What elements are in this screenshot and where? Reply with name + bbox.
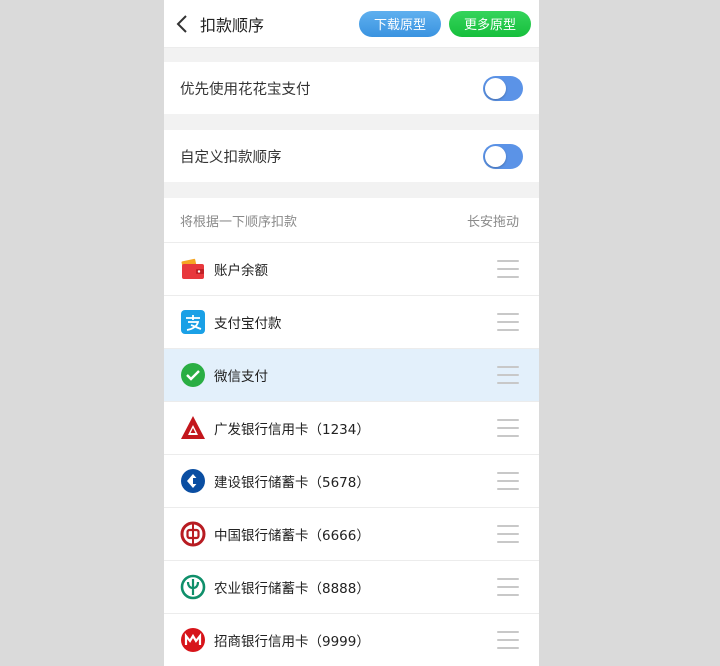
- payment-item-cmb-credit[interactable]: 招商银行信用卡（9999）: [164, 613, 539, 666]
- drag-handle-icon[interactable]: [497, 258, 519, 280]
- huabei-priority-toggle[interactable]: [483, 75, 523, 101]
- custom-order-row: 自定义扣款顺序: [164, 130, 539, 182]
- payment-item-label: 农业银行储蓄卡（8888）: [214, 581, 370, 597]
- drag-handle-icon[interactable]: [497, 364, 519, 386]
- payment-item-label: 支付宝付款: [214, 316, 282, 332]
- page-title: 扣款顺序: [200, 15, 265, 35]
- wallet-icon: [180, 256, 206, 282]
- payment-item-boc-debit[interactable]: 中国银行储蓄卡（6666）: [164, 507, 539, 560]
- payment-list-title: 将根据一下顺序扣款: [180, 214, 298, 230]
- toggle-knob: [485, 145, 506, 167]
- alipay-icon: [180, 309, 206, 335]
- header-bar: 扣款顺序 下载原型 更多原型: [164, 0, 539, 48]
- payment-item-label: 账户余额: [214, 263, 268, 279]
- phone-screen: 扣款顺序 下载原型 更多原型 优先使用花花宝支付 自定义扣款顺序 将根据一下顺序…: [164, 0, 539, 666]
- cgb-bank-icon: [180, 415, 206, 441]
- payment-item-label: 微信支付: [214, 369, 268, 385]
- drag-handle-icon[interactable]: [497, 523, 519, 545]
- back-arrow-icon[interactable]: [164, 0, 200, 47]
- wechat-pay-icon: [180, 362, 206, 388]
- more-prototypes-button[interactable]: 更多原型: [448, 10, 531, 37]
- payment-item-label: 招商银行信用卡（9999）: [214, 634, 370, 650]
- payment-item-abc-debit[interactable]: 农业银行储蓄卡（8888）: [164, 560, 539, 613]
- drag-handle-icon[interactable]: [497, 417, 519, 439]
- payment-item-balance[interactable]: 账户余额: [164, 242, 539, 295]
- abc-bank-icon: [180, 574, 206, 600]
- payment-item-cgb-credit[interactable]: 广发银行信用卡（1234）: [164, 401, 539, 454]
- drag-handle-icon[interactable]: [497, 311, 519, 333]
- cmb-bank-icon: [180, 627, 206, 653]
- toggle-knob: [485, 77, 506, 99]
- payment-item-alipay[interactable]: 支付宝付款: [164, 295, 539, 348]
- payment-item-wechat[interactable]: 微信支付: [164, 348, 539, 401]
- drag-handle-icon[interactable]: [497, 576, 519, 598]
- payment-item-ccb-debit[interactable]: 建设银行储蓄卡（5678）: [164, 454, 539, 507]
- drag-handle-icon[interactable]: [497, 470, 519, 492]
- custom-order-toggle[interactable]: [483, 143, 523, 169]
- drag-hint: 长安拖动: [466, 214, 519, 230]
- huabei-priority-label: 优先使用花花宝支付: [180, 81, 311, 98]
- payment-item-label: 中国银行储蓄卡（6666）: [214, 528, 370, 544]
- payment-item-label: 建设银行储蓄卡（5678）: [214, 475, 370, 491]
- huabei-priority-row: 优先使用花花宝支付: [164, 62, 539, 114]
- custom-order-label: 自定义扣款顺序: [180, 149, 282, 166]
- payment-list-header: 将根据一下顺序扣款 长安拖动: [164, 198, 539, 242]
- ccb-bank-icon: [180, 468, 206, 494]
- boc-bank-icon: [180, 521, 206, 547]
- payment-item-label: 广发银行信用卡（1234）: [214, 422, 370, 438]
- drag-handle-icon[interactable]: [497, 629, 519, 651]
- download-prototype-button[interactable]: 下载原型: [358, 10, 441, 37]
